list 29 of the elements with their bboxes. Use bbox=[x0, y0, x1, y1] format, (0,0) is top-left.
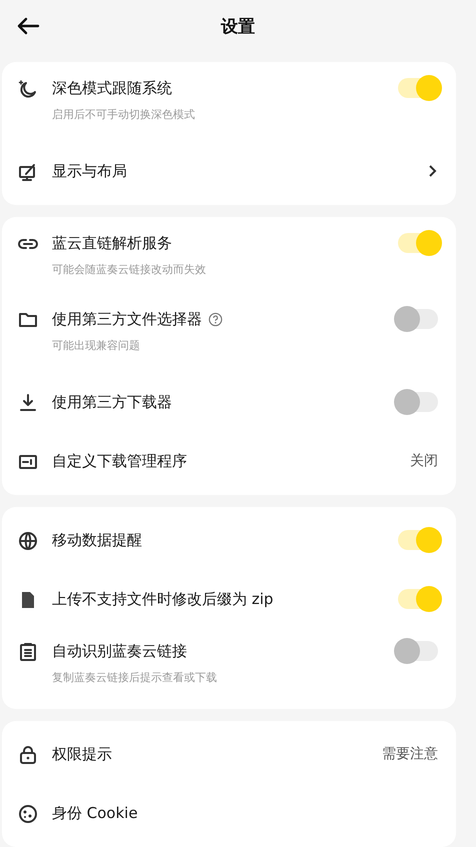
lock-icon bbox=[18, 745, 38, 765]
setting-title[interactable]: 自动识别蓝奏云链接 bbox=[52, 641, 187, 661]
setting-title[interactable]: 使用第三方文件选择器 bbox=[52, 309, 202, 329]
setting-description: 可能会随蓝奏云链接改动而失效 bbox=[52, 263, 207, 277]
cookie-icon bbox=[18, 804, 38, 824]
setting-description: 可能出现兼容问题 bbox=[52, 339, 141, 353]
monitor-edit-icon bbox=[18, 162, 38, 182]
setting-value: 关闭 bbox=[410, 452, 438, 471]
folder-icon bbox=[18, 310, 38, 330]
setting-title[interactable]: 身份 Cookie bbox=[52, 803, 138, 823]
setting-title[interactable]: 上传不支持文件时修改后缀为 zip bbox=[52, 589, 274, 609]
setting-description: 启用后不可手动切换深色模式 bbox=[52, 108, 196, 122]
setting-value: 需要注意 bbox=[382, 745, 438, 764]
setting-title[interactable]: 蓝云直链解析服务 bbox=[52, 233, 172, 253]
clipboard-icon bbox=[18, 642, 38, 662]
download-icon bbox=[18, 393, 38, 413]
setting-title[interactable]: 显示与布局 bbox=[52, 161, 127, 181]
setting-title[interactable]: 深色模式跟随系统 bbox=[52, 78, 172, 98]
setting-title[interactable]: 自定义下载管理程序 bbox=[52, 451, 187, 471]
download-manager-icon bbox=[18, 452, 38, 472]
page-title: 设置 bbox=[221, 16, 255, 38]
setting-description: 复制蓝奏云链接后提示查看或下载 bbox=[52, 671, 218, 685]
moon-icon bbox=[18, 79, 38, 99]
setting-title[interactable]: 权限提示 bbox=[52, 744, 112, 764]
chevron-right-icon bbox=[428, 164, 438, 178]
help-icon[interactable] bbox=[208, 312, 223, 326]
setting-title[interactable]: 使用第三方下载器 bbox=[52, 392, 172, 412]
globe-icon bbox=[18, 531, 38, 551]
setting-title[interactable]: 移动数据提醒 bbox=[52, 530, 142, 550]
